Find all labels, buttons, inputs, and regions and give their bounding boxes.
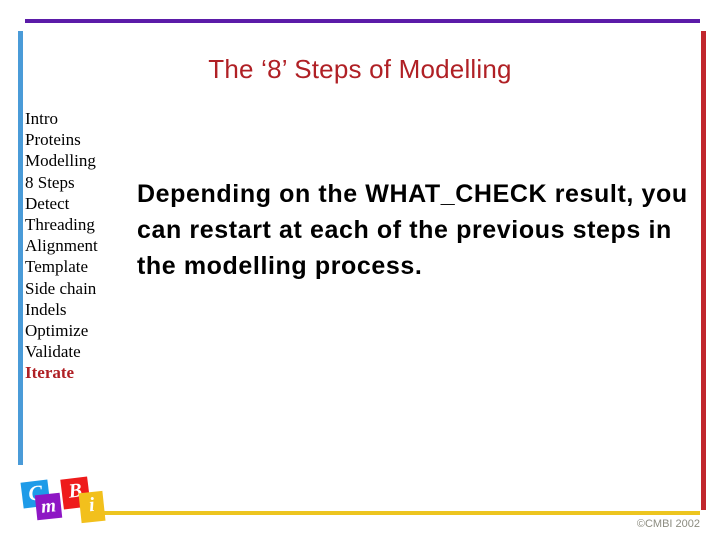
copyright-notice: ©CMBI 2002 — [636, 518, 700, 530]
sidebar-item-template[interactable]: Template — [25, 256, 125, 277]
sidebar-item-intro[interactable]: Intro — [25, 108, 125, 129]
sidebar-nav: Intro Proteins Modelling 8 Steps Detect … — [25, 108, 125, 384]
bottom-gold-rule — [103, 511, 700, 515]
sidebar-item-validate[interactable]: Validate — [25, 341, 125, 362]
logo-tile-i: i — [78, 490, 106, 524]
page-title: The ‘8’ Steps of Modelling — [208, 54, 512, 84]
sidebar-item-alignment[interactable]: Alignment — [25, 235, 125, 256]
sidebar-item-indels[interactable]: Indels — [25, 299, 125, 320]
top-purple-rule — [25, 19, 700, 23]
sidebar-item-detect[interactable]: Detect — [25, 193, 125, 214]
right-red-rule — [701, 31, 706, 510]
slide-body-text: Depending on the WHAT_CHECK result, you … — [137, 180, 688, 280]
sidebar-item-8-steps[interactable]: 8 Steps — [25, 172, 125, 193]
sidebar-item-optimize[interactable]: Optimize — [25, 320, 125, 341]
sidebar-item-iterate[interactable]: Iterate — [25, 362, 125, 383]
cmbi-logo: C B m i — [18, 472, 113, 528]
sidebar-item-modelling[interactable]: Modelling — [25, 150, 125, 171]
sidebar-item-threading[interactable]: Threading — [25, 214, 125, 235]
sidebar-item-side-chain[interactable]: Side chain — [25, 278, 125, 299]
logo-tile-m: m — [34, 492, 63, 521]
sidebar-item-proteins[interactable]: Proteins — [25, 129, 125, 150]
left-blue-rule — [18, 31, 23, 465]
